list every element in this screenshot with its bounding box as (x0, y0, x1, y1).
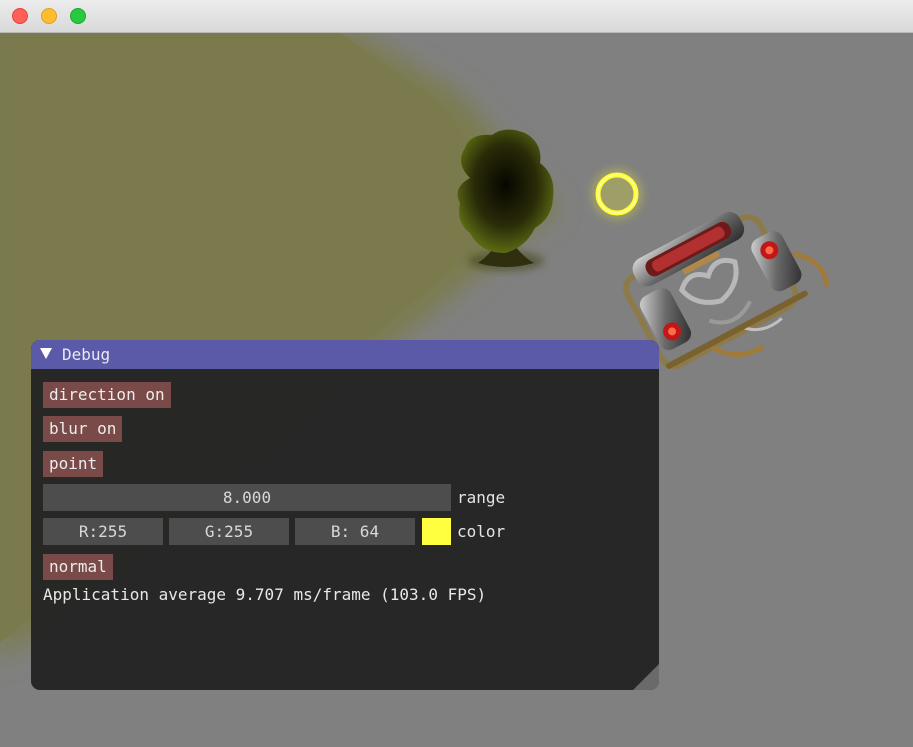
color-green-field[interactable]: G:255 (169, 518, 289, 545)
color-swatch[interactable] (422, 518, 451, 545)
debug-window[interactable]: Debug direction on blur on point 8.000 r… (31, 340, 659, 690)
zoom-window-button[interactable] (70, 8, 86, 24)
range-slider[interactable]: 8.000 (43, 484, 451, 511)
close-window-button[interactable] (12, 8, 28, 24)
light-ring (591, 168, 643, 220)
debug-window-title: Debug (62, 345, 111, 364)
debug-window-titlebar[interactable]: Debug (31, 340, 659, 369)
color-blue-field[interactable]: B: 64 (295, 518, 415, 545)
blur-toggle-button[interactable]: blur on (43, 416, 123, 442)
fps-stats-text: Application average 9.707 ms/frame (103.… (43, 585, 487, 604)
collapse-triangle-icon[interactable] (40, 348, 52, 359)
resize-grip-icon[interactable] (633, 664, 659, 690)
range-label: range (457, 488, 506, 507)
minimize-window-button[interactable] (41, 8, 57, 24)
color-red-field[interactable]: R:255 (43, 518, 163, 545)
point-light-button[interactable]: point (43, 451, 104, 477)
window-titlebar (0, 0, 913, 33)
direction-toggle-button[interactable]: direction on (43, 382, 171, 408)
normal-mode-button[interactable]: normal (43, 554, 113, 580)
color-label: color (457, 522, 506, 541)
